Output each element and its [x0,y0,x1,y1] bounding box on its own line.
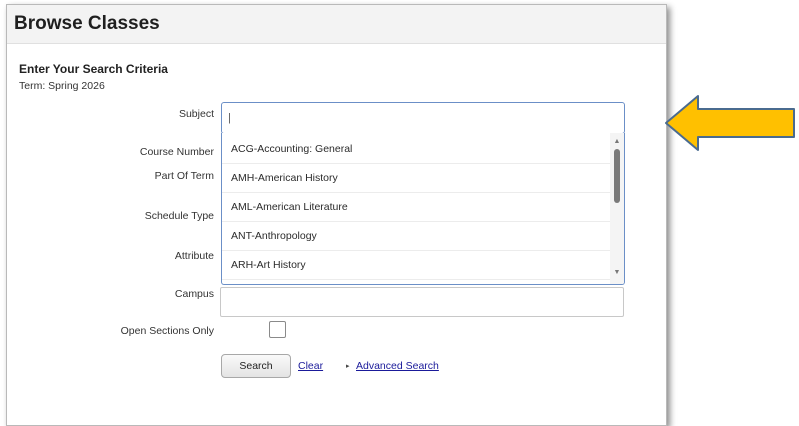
scroll-down-icon[interactable]: ▼ [610,268,624,278]
subject-label: Subject [178,108,214,120]
dropdown-option[interactable]: ARH-Art History [222,251,610,280]
campus-label: Campus [174,288,214,300]
dropdown-option[interactable]: AMH-American History [222,164,610,193]
subject-input[interactable] [221,102,625,134]
scrollbar-thumb[interactable] [614,149,620,203]
dropdown-option[interactable]: ACG-Accounting: General [222,135,610,164]
caret-right-icon: ▸ [346,363,350,370]
campus-field[interactable] [220,287,624,317]
page-title: Browse Classes [14,13,160,34]
callout-arrow-icon [665,95,795,151]
clear-link[interactable]: Clear [298,360,323,372]
schedule-type-label: Schedule Type [144,210,214,222]
browse-classes-panel: Browse Classes Enter Your Search Criteri… [6,4,667,426]
subject-dropdown: ACG-Accounting: General AMH-American His… [221,133,625,285]
course-number-label: Course Number [139,146,214,158]
open-sections-checkbox[interactable] [269,321,286,338]
section-title: Enter Your Search Criteria [19,62,168,76]
dropdown-option[interactable]: ANT-Anthropology [222,222,610,251]
scroll-up-icon[interactable]: ▲ [610,137,624,147]
open-sections-label: Open Sections Only [120,325,214,337]
dropdown-option[interactable]: AML-American Literature [222,193,610,222]
attribute-label: Attribute [174,250,214,262]
part-of-term-label: Part Of Term [154,170,214,182]
search-button[interactable]: Search [221,354,291,378]
panel-header: Browse Classes [7,5,666,44]
term-label: Term: Spring 2026 [19,80,105,92]
callout-arrow-shape [665,95,795,151]
dropdown-scrollbar[interactable]: ▲ ▼ [610,133,624,284]
advanced-search-link[interactable]: Advanced Search [356,360,439,372]
